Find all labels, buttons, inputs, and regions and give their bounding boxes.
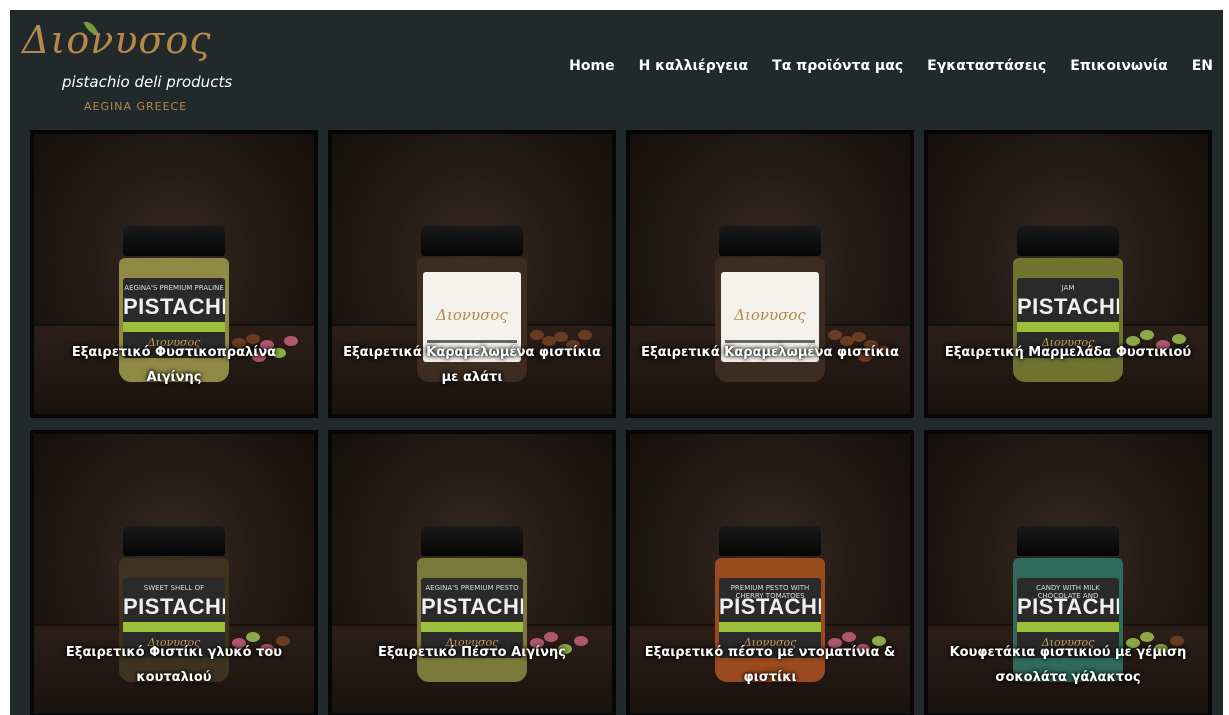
jar-lid <box>123 526 225 556</box>
product-tile[interactable]: CANDY WITH MILK CHOCOLATE ANDPISTACHIOΔι… <box>924 430 1212 715</box>
jar-label-top: AEGINA'S PREMIUM PESTO <box>425 584 519 592</box>
jar-lid <box>421 226 523 256</box>
jar-lid <box>719 526 821 556</box>
product-caption[interactable]: Εξαιρετικά Καραμελωμένα φιστίκια <box>630 340 910 365</box>
jar-label-brand: Διονυσος <box>436 306 508 324</box>
product-caption[interactable]: Εξαιρετικό Φιστίκι γλυκό του κουταλιού <box>34 640 314 690</box>
nav-facilities[interactable]: Εγκαταστάσεις <box>927 58 1046 74</box>
nav-language-en[interactable]: EN <box>1192 58 1213 74</box>
product-tile[interactable]: Διονυσος Εξαιρετικά Καραμελωμένα φιστίκια <box>626 130 914 418</box>
jar-lid <box>123 226 225 256</box>
jar-label-band <box>421 622 523 632</box>
product-caption[interactable]: Εξαιρετικό πέστο με ντοματίνια & φιστίκι <box>630 640 910 690</box>
jar-label-band <box>1017 622 1119 632</box>
product-caption[interactable]: Κουφετάκια φιστικιού με γέμιση σοκολάτα … <box>928 640 1208 690</box>
jar-lid <box>1017 226 1119 256</box>
product-tile[interactable]: PREMIUM PESTO WITH CHERRY TOMATOES PISTAC… <box>626 430 914 715</box>
product-caption[interactable]: Εξαιρετικό Φυστικοπραλίνα Αιγίνης <box>34 340 314 390</box>
nut-shape <box>578 330 592 340</box>
jar-lid <box>421 526 523 556</box>
nav-home[interactable]: Home <box>569 58 614 74</box>
product-tile[interactable]: SWEET SHELL OFPISTACHIOΔιονυσοςΕξαιρετικ… <box>30 430 318 715</box>
product-caption[interactable]: Εξαιρετικά Καραμελωμένα φιστίκια με αλάτ… <box>332 340 612 390</box>
product-tile[interactable]: AEGINA'S PREMIUM PESTOPISTACHIOΔιονυσοςΕ… <box>328 430 616 715</box>
logo-title: Διονυσος <box>22 18 212 62</box>
product-tile[interactable]: Διονυσος Εξαιρετικά Καραμελωμένα φιστίκια… <box>328 130 616 418</box>
jar-label-band <box>1017 322 1119 332</box>
jar-label-top: SWEET SHELL OF <box>143 584 205 592</box>
jar-label-band <box>123 322 225 332</box>
jar-label-top: AEGINA'S PREMIUM PRALINE <box>124 284 224 292</box>
jar-label-main: PISTACHIO <box>1017 594 1119 619</box>
main-nav: Home Η καλλιέργεια Τα προϊόντα μας Εγκατ… <box>545 58 1213 74</box>
product-tile[interactable]: JAMPISTACHIOΔιονυσοςΕξαιρετική Μαρμελάδα… <box>924 130 1212 418</box>
product-caption[interactable]: Εξαιρετική Μαρμελάδα Φυστικιού <box>928 340 1208 365</box>
jar-label-main: PISTACHIO <box>421 594 523 619</box>
nut-shape <box>1140 330 1154 340</box>
product-caption[interactable]: Εξαιρετικό Πέστο Αιγίνης <box>332 640 612 665</box>
logo-tagline: pistachio deli products <box>62 73 233 91</box>
jar-label-band <box>123 622 225 632</box>
nav-cultivation[interactable]: Η καλλιέργεια <box>639 58 749 74</box>
logo[interactable]: Διονυσος pistachio deli products AEGINA … <box>22 18 252 128</box>
jar-label-main: PISTACHIO <box>123 594 225 619</box>
jar-label-band <box>719 622 821 632</box>
jar-lid <box>1017 526 1119 556</box>
product-tile[interactable]: AEGINA'S PREMIUM PRALINEPISTACHIOΔιονυσο… <box>30 130 318 418</box>
jar-lid <box>719 226 821 256</box>
jar-label-main: PISTACHIO <box>719 594 821 619</box>
jar-label-main: PISTACHIO <box>1017 294 1119 319</box>
nav-contact[interactable]: Επικοινωνία <box>1070 58 1167 74</box>
page-frame: Διονυσος pistachio deli products AEGINA … <box>10 10 1223 715</box>
logo-location: AEGINA GREECE <box>84 100 188 113</box>
jar-label-top: JAM <box>1061 284 1075 292</box>
jar-label-main: PISTACHIO <box>123 294 225 319</box>
product-grid: AEGINA'S PREMIUM PRALINE PISTACHIO Διονυσο… <box>30 130 1214 715</box>
jar-label-brand: Διονυσος <box>734 306 806 324</box>
nav-products[interactable]: Τα προϊόντα μας <box>772 58 903 74</box>
